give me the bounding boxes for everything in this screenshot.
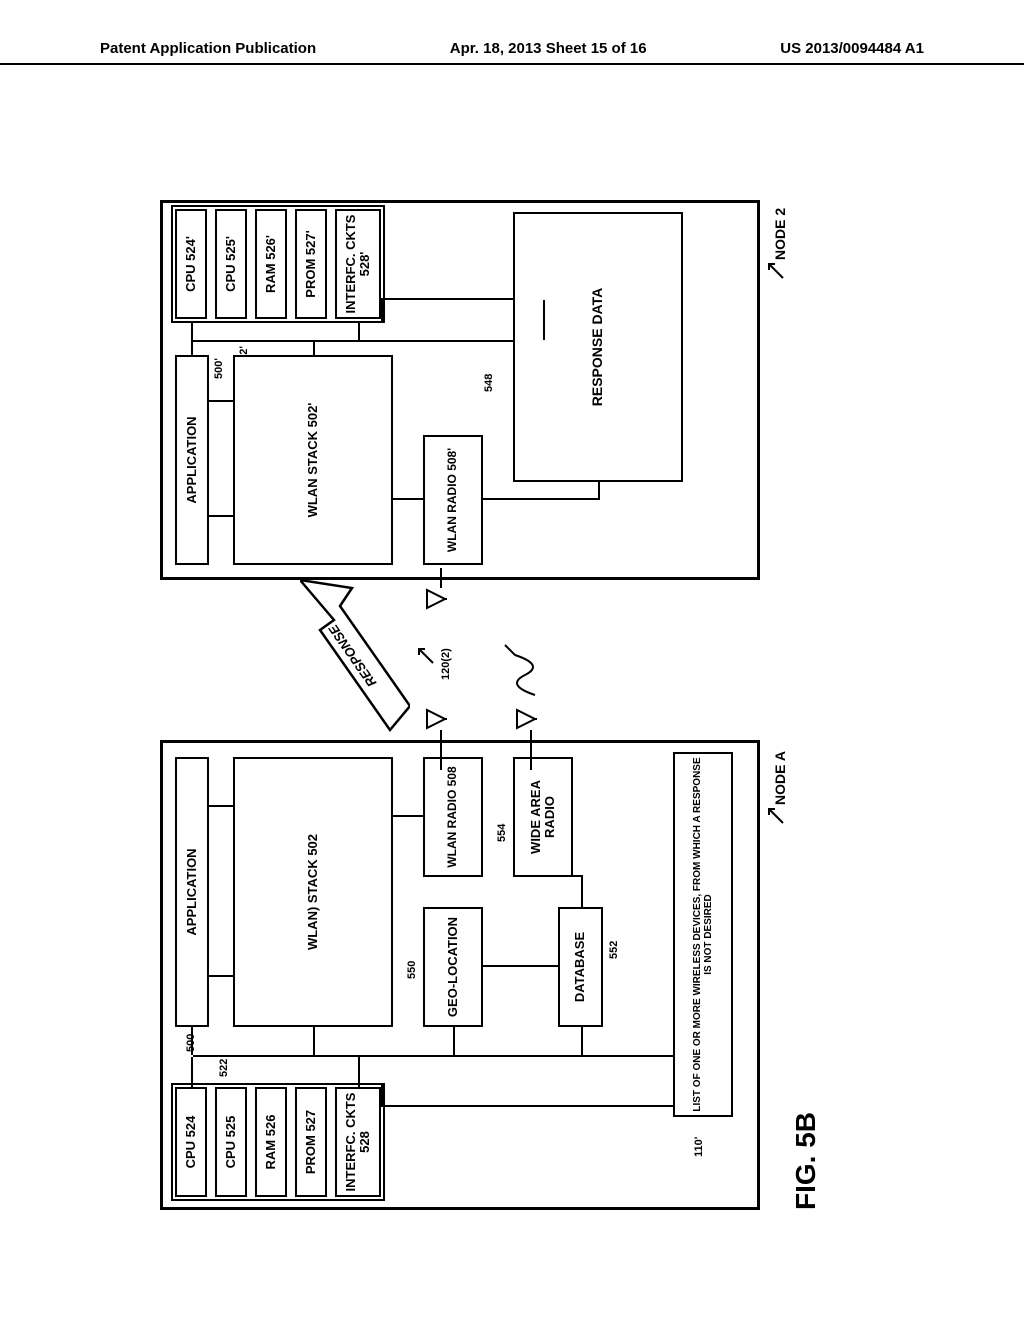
node2-bus-ref: 500' (213, 358, 225, 379)
nodeA-title: NODE A (772, 751, 788, 805)
node2-wlan-stack: WLAN STACK 502' (233, 355, 393, 565)
nodeA-wide-ref: 554 (496, 824, 508, 842)
node2-response-data: RESPONSE DATA (513, 212, 683, 482)
node2-application: APPLICATION (175, 355, 209, 565)
nodeA-wide-area-radio: WIDE AREA RADIO (513, 757, 573, 877)
header-right: US 2013/0094484 A1 (780, 40, 924, 57)
nodeA-list-ref: 110' (693, 1137, 705, 1157)
node2-title: NODE 2 (772, 208, 788, 260)
page-header: Patent Application Publication Apr. 18, … (0, 40, 1024, 65)
header-center: Apr. 18, 2013 Sheet 15 of 16 (450, 40, 647, 57)
node2-wlan-radio: WLAN RADIO 508' (423, 435, 483, 565)
radio-wave-icon (500, 640, 540, 700)
node2-ram: RAM 526' (255, 209, 287, 319)
signal-ref: 120(2) (440, 648, 452, 680)
nodeA-pointer-icon (765, 805, 785, 825)
node2-cpu1: CPU 524' (175, 209, 207, 319)
figure-area: FIG. 5B CPU 524 CPU 525 RAM 526 PROM 527… (150, 190, 850, 1220)
nodeA-db-ref: 552 (608, 941, 620, 959)
antenna-icon (515, 708, 537, 730)
nodeA-wlan-stack: WLAN) STACK 502 (233, 757, 393, 1027)
node2-cpu2: CPU 525' (215, 209, 247, 319)
node-a-container: CPU 524 CPU 525 RAM 526 PROM 527 INTERFC… (160, 740, 760, 1210)
nodeA-geo-location: GEO-LOCATION (423, 907, 483, 1027)
nodeA-database: DATABASE (558, 907, 603, 1027)
node2-intf: INTERFC. CKTS 528' (335, 209, 381, 319)
header-left: Patent Application Publication (100, 40, 316, 57)
nodeA-cpu1: CPU 524 (175, 1087, 207, 1197)
nodeA-geo-ref: 550 (406, 961, 418, 979)
nodeA-wlan-radio: WLAN RADIO 508 (423, 757, 483, 877)
nodeA-ram: RAM 526 (255, 1087, 287, 1197)
signal-ref-pointer-icon (415, 645, 435, 665)
nodeA-cpu2: CPU 525 (215, 1087, 247, 1197)
nodeA-application: APPLICATION (175, 757, 209, 1027)
antenna-icon (425, 708, 447, 730)
node2-pointer-icon (765, 260, 785, 280)
nodeA-list-box: LIST OF ONE OR MORE WIRELESS DEVICES, FR… (673, 752, 733, 1117)
nodeA-intf: INTERFC. CKTS 528 (335, 1087, 381, 1197)
antenna-icon (425, 588, 447, 610)
nodeA-prom: PROM 527 (295, 1087, 327, 1197)
node-2-container: APPLICATION CPU 524' CPU 525' RAM 526' P… (160, 200, 760, 580)
node2-prom: PROM 527' (295, 209, 327, 319)
figure-label: FIG. 5B (790, 1112, 822, 1210)
nodeA-row-ref: 522 (218, 1059, 230, 1077)
node2-rd-ref: 548 (483, 374, 495, 392)
